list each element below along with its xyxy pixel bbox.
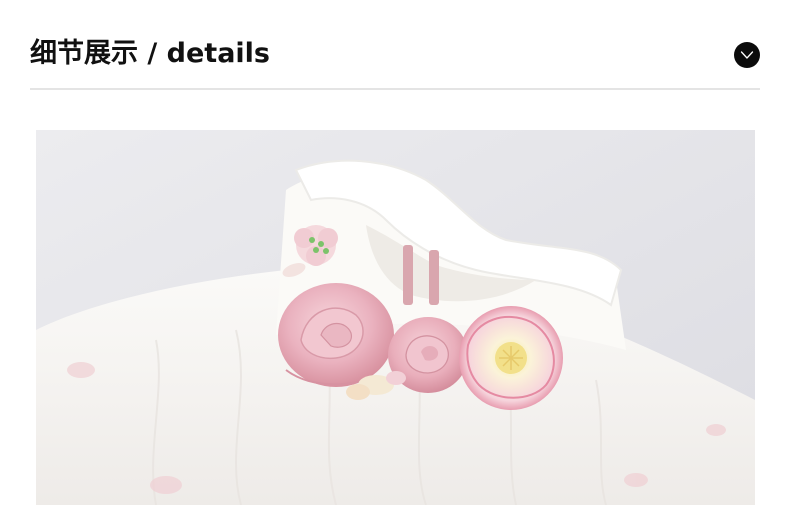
expand-button[interactable] — [734, 42, 760, 68]
back-closure — [403, 245, 413, 305]
chevron-down-icon — [740, 51, 754, 59]
details-page: 细节展示 / details — [0, 0, 790, 529]
section-header: 细节展示 / details — [30, 28, 760, 82]
back-closure-right — [429, 250, 439, 305]
peony-flower — [459, 306, 563, 410]
dress-illustration — [36, 130, 755, 505]
product-detail-photo — [36, 130, 755, 505]
section-title: 细节展示 / details — [30, 38, 271, 69]
header-divider — [30, 88, 760, 90]
rose-large — [278, 283, 394, 387]
